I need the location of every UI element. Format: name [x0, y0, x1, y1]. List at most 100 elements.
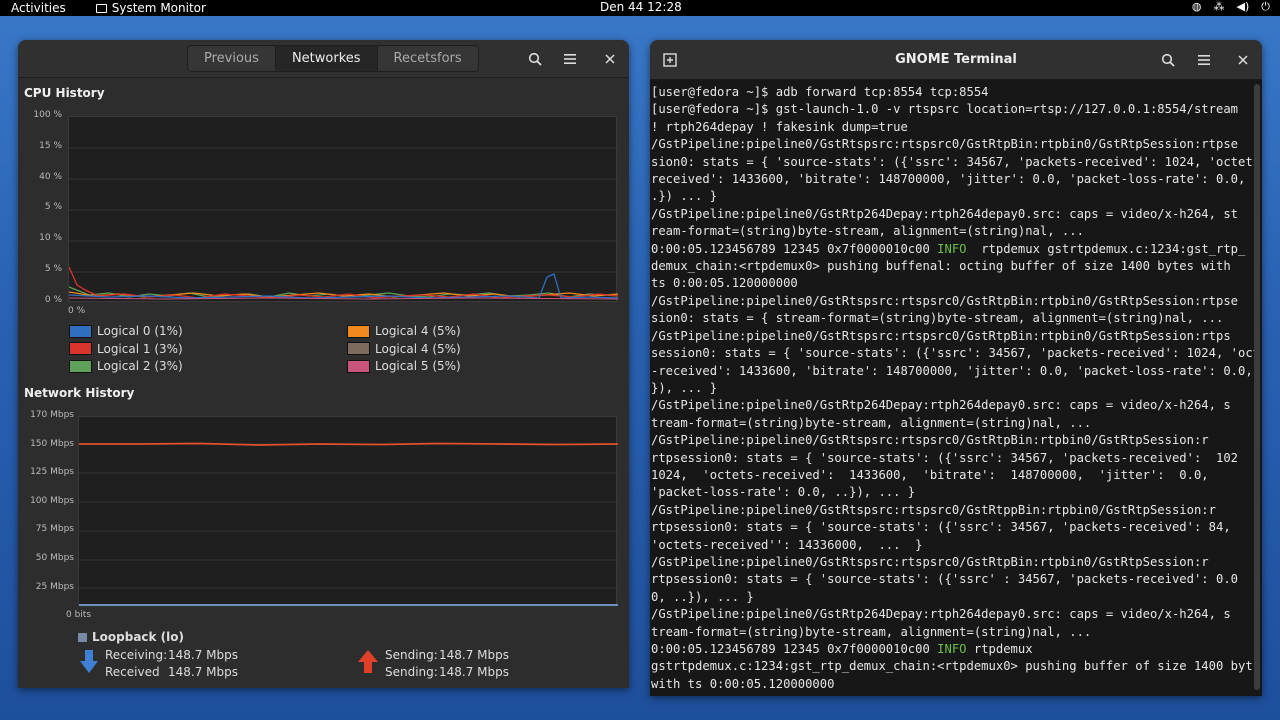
top-bar: Activities System Monitor Den 44 12:28 ◍…: [0, 0, 1280, 16]
network-graph: [79, 442, 619, 606]
legend-color-swatch[interactable]: [347, 359, 370, 373]
terminal-header: GNOME Terminal: [650, 40, 1262, 80]
network-y-tick: 50 Mbps: [35, 553, 74, 563]
terminal-line: 0, ..}), ... }: [651, 589, 754, 604]
terminal-line: /GstPipeline:pipeline0/GstRtspsrc:rtspsr…: [651, 433, 1209, 448]
power-icon[interactable]: ⏻: [1261, 0, 1270, 14]
sent-label: Sending:: [385, 665, 438, 679]
cpu-y-tick: 15 %: [39, 140, 62, 151]
cpu-legend-item[interactable]: Logical 4 (5%): [347, 342, 461, 356]
menu-button[interactable]: [556, 46, 584, 72]
tab-resources[interactable]: Recetsfors: [377, 46, 478, 71]
terminal-line: }), ... }: [651, 380, 718, 395]
clock[interactable]: Den 44 12:28: [600, 0, 682, 14]
terminal-close-button[interactable]: [1229, 47, 1257, 73]
receiving-label: Receiving:: [105, 648, 168, 662]
cpu-graph: [68, 147, 619, 300]
legend-label: Logical 2 (3%): [97, 359, 183, 373]
system-tray[interactable]: ◍ ⁂ ◀) ⏻: [1192, 0, 1270, 14]
terminal-line: -received': 1433600, 'bitrate': 14870000…: [651, 363, 1255, 378]
activities-button[interactable]: Activities: [11, 1, 66, 15]
hamburger-icon: [1198, 55, 1210, 65]
network-y-tick: 150 Mbps: [30, 438, 74, 449]
app-menu[interactable]: System Monitor: [95, 1, 206, 15]
terminal-line: .}) ... }: [651, 189, 718, 204]
close-button[interactable]: [596, 46, 624, 72]
received-value: 148.7 Mbps: [168, 665, 239, 679]
terminal-line: /GstPipeline:pipeline0/GstRtspsrc:rtspsr…: [651, 137, 1238, 152]
accessibility-icon[interactable]: ◍: [1192, 0, 1202, 14]
close-icon: [1238, 55, 1248, 65]
net-x-label: 0 bits: [66, 610, 92, 620]
cpu-y-tick: 100 %: [33, 110, 62, 120]
loopback-label: Loopback (lo): [78, 630, 184, 644]
terminal-line: 'packet-loss-rate': 0.0, ..}), ... }: [651, 485, 916, 500]
cpu-y-tick: 40 %: [39, 171, 62, 182]
system-monitor-window: Previous Networkes Recetsfors CPU Histor…: [18, 40, 629, 688]
cpu-legend-item[interactable]: Logical 4 (5%): [347, 324, 461, 338]
terminal-output[interactable]: [user@fedora ~]$ adb forward tcp:8554 tc…: [651, 84, 1255, 694]
terminal-line: ts 0:00:05.120000000: [651, 276, 798, 291]
network-y-tick: 100 Mbps: [30, 495, 74, 506]
terminal-line: /GstPipeline:pipeline0/GstRtspsrc:rtspsr…: [651, 328, 1231, 343]
terminal-line: 0:00:05.123456789 12345 0x7f0000010c00 I…: [651, 241, 1246, 256]
terminal-line: [user@fedora ~]$ adb forward tcp:8554 tc…: [651, 85, 989, 99]
hamburger-icon: [564, 54, 576, 64]
legend-label: Logical 4 (5%): [375, 324, 461, 338]
tab-previous[interactable]: Previous: [188, 46, 276, 71]
terminal-line: rtpsession0: stats = { 'source-stats': (…: [651, 520, 1231, 535]
terminal-line: 'octets-received'': 14336000, ... }: [651, 537, 923, 552]
network-y-tick: 75 Mbps: [35, 524, 74, 535]
cpu-y-tick: 5 %: [44, 264, 62, 274]
sent-value: 148.7 Mbps: [439, 665, 510, 679]
terminal-line: [user@fedora ~]$ gst-launch-1.0 -v rtsps…: [651, 102, 1238, 117]
terminal-line: 0:00:05.123456789 12345 0x7f0000010c00 I…: [651, 642, 1033, 656]
network-y-tick: 125 Mbps: [30, 467, 74, 478]
legend-label: Logical 5 (5%): [375, 359, 461, 373]
cpu-legend-item[interactable]: Logical 1 (3%): [69, 342, 183, 356]
app-name: System Monitor: [111, 1, 206, 15]
terminal-line: ream-format=(string)byte-stream, alignme…: [651, 224, 1084, 239]
terminal-scrollbar[interactable]: [1254, 84, 1260, 690]
send-arrow-icon: [358, 650, 378, 673]
legend-color-swatch[interactable]: [69, 359, 92, 373]
terminal-line: 1024, 'octets-received': 1433600, 'bitra…: [651, 467, 1209, 482]
received-label: Received: [105, 665, 160, 679]
terminal-prompt-line[interactable]: [651, 693, 1255, 694]
cpu-legend-item[interactable]: Logical 0 (1%): [69, 324, 183, 338]
terminal-menu-button[interactable]: [1190, 47, 1218, 73]
receiving-value: 148.7 Mbps: [168, 648, 239, 662]
cpu-x-label: 0 %: [68, 306, 86, 316]
sending-value: 148.7 Mbps: [439, 648, 510, 662]
cpu-plot: [68, 116, 619, 302]
legend-label: Logical 1 (3%): [97, 341, 183, 356]
cpu-y-tick: 10 %: [39, 233, 62, 244]
sysmon-header: Previous Networkes Recetsfors: [18, 40, 629, 78]
network-y-tick: 25 Mbps: [35, 581, 74, 592]
network-y-tick: 170 Mbps: [30, 410, 74, 420]
search-button[interactable]: [521, 46, 549, 72]
tab-networks[interactable]: Networkes: [275, 46, 378, 71]
volume-icon[interactable]: ◀): [1237, 0, 1250, 14]
loopback-swatch: [78, 632, 87, 642]
view-switcher: Previous Networkes Recetsfors: [187, 45, 479, 72]
terminal-line: with ts 0:00:05.120000000: [651, 676, 835, 691]
legend-color-swatch[interactable]: [347, 324, 370, 338]
network-receive-line: [79, 442, 619, 446]
terminal-line: tream-format=(string)byte-stream, alignm…: [651, 415, 1092, 430]
network-icon[interactable]: ⁂: [1214, 0, 1225, 14]
legend-color-swatch[interactable]: [69, 342, 92, 355]
cpu-legend-item[interactable]: Logical 2 (3%): [69, 359, 183, 373]
terminal-line: received': 1433600, 'bitrate': 148700000…: [651, 172, 1246, 187]
terminal-line: gstrtpdemux.c:1234:gst_rtp_demux_chain:<…: [651, 659, 1253, 674]
cpu-history-title: CPU History: [24, 86, 105, 100]
cpu-y-tick: 0 %: [44, 294, 62, 305]
terminal-search-button[interactable]: [1154, 47, 1182, 73]
legend-color-swatch[interactable]: [347, 342, 370, 355]
legend-color-swatch[interactable]: [69, 324, 92, 338]
legend-label: Logical 4 (5%): [375, 341, 461, 356]
network-plot: [78, 416, 619, 606]
terminal-line: session0: stats = { 'source-stats': ({'s…: [651, 346, 1255, 361]
cpu-legend-item[interactable]: Logical 5 (5%): [347, 359, 461, 373]
cpu-y-tick: 5 %: [44, 202, 62, 213]
